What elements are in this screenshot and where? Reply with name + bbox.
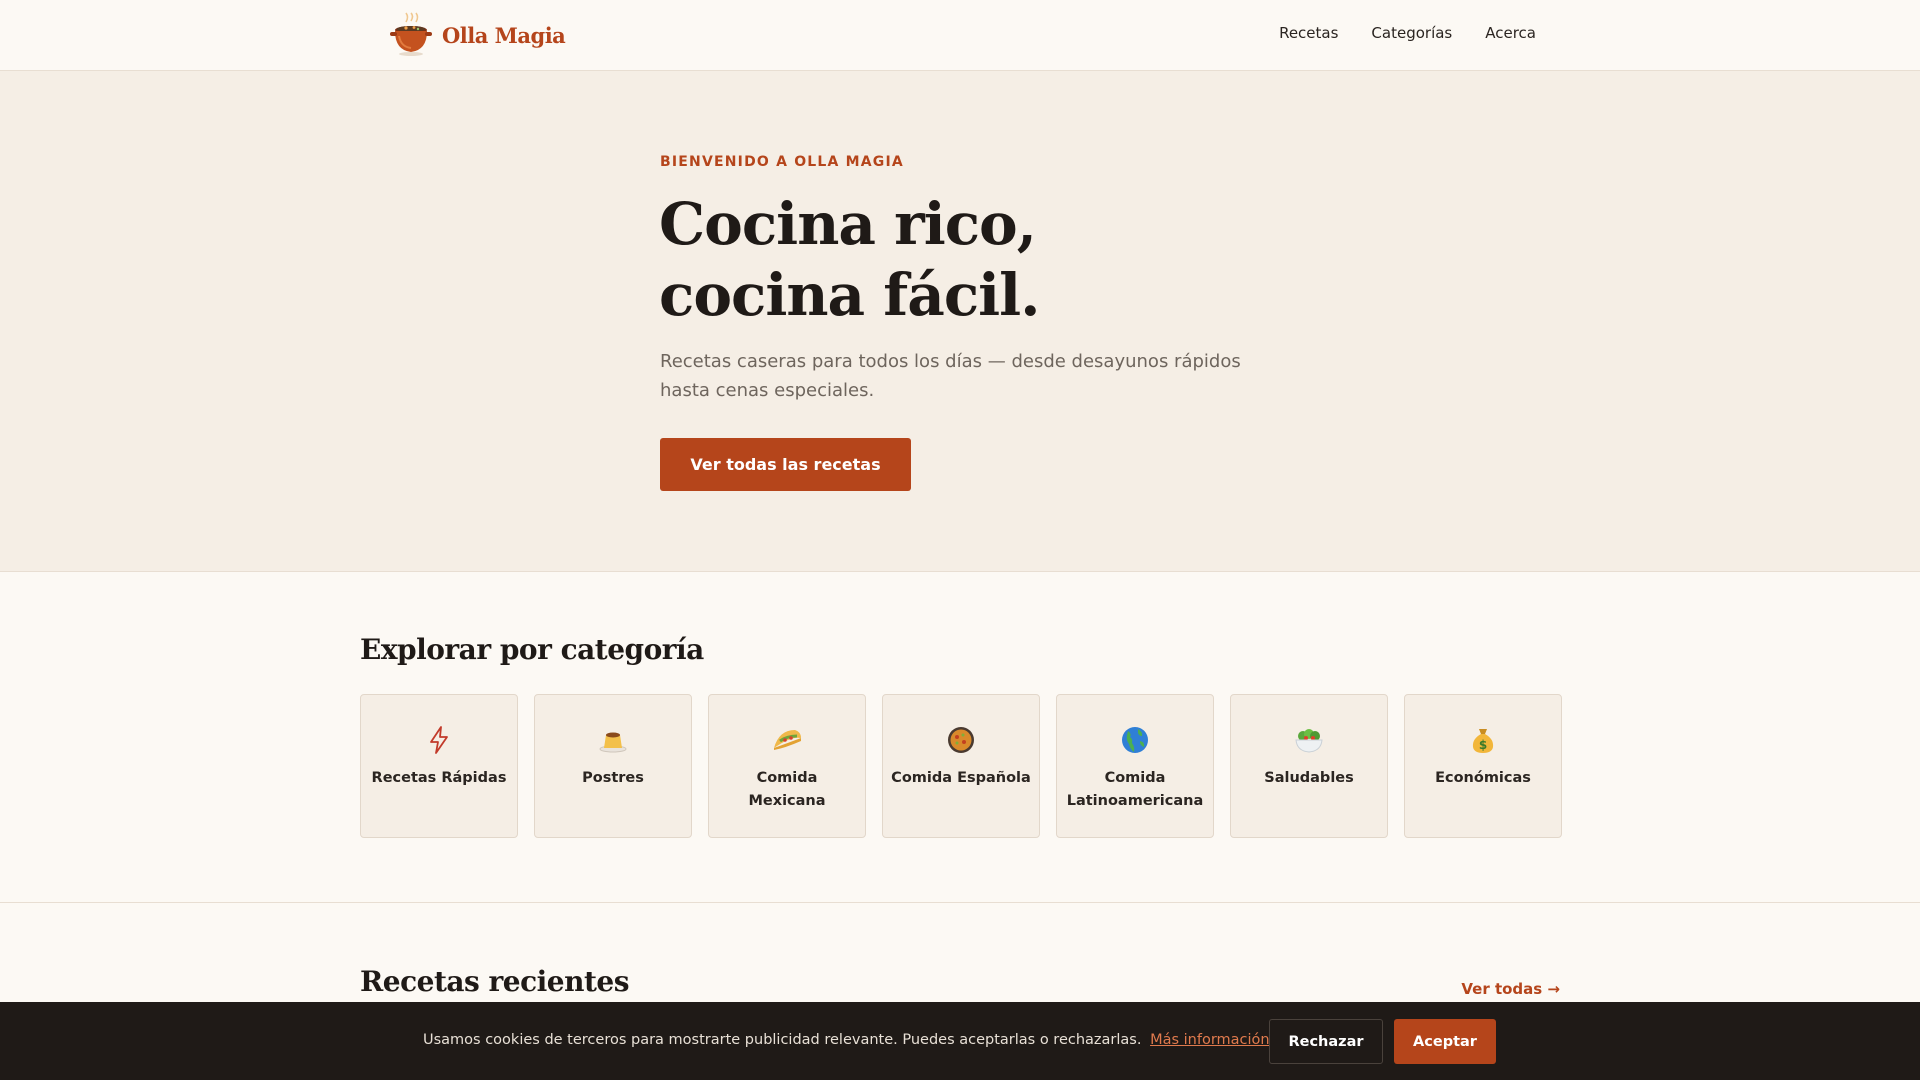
category-label: Comida Latinoamericana: [1066, 770, 1204, 809]
categories-heading: Explorar por categoría: [360, 633, 704, 666]
lightning-icon: [422, 723, 456, 757]
category-card-comida-latinoamericana[interactable]: Comida Latinoamericana: [1056, 694, 1214, 838]
globe-icon: [1118, 723, 1152, 757]
category-label: Comida Española: [891, 770, 1031, 786]
category-card-comida-espanola[interactable]: Comida Española: [882, 694, 1040, 838]
more-info-link[interactable]: Más información: [1150, 1032, 1270, 1048]
pot-logo-icon: [388, 12, 434, 58]
money-bag-icon: $: [1466, 723, 1500, 757]
reject-cookies-button[interactable]: Rechazar: [1269, 1019, 1383, 1064]
category-card-economicas[interactable]: $ Económicas: [1404, 694, 1562, 838]
recent-recipes-heading: Recetas recientes: [360, 965, 629, 998]
flan-icon: [596, 723, 630, 757]
hero-eyebrow: BIENVENIDO A OLLA MAGIA: [660, 154, 904, 170]
brand-name: Olla Magia: [442, 22, 566, 48]
taco-icon: [770, 723, 804, 757]
hero-title-line-1: Cocina rico,: [659, 190, 1037, 258]
category-card-recetas-rapidas[interactable]: Recetas Rápidas: [360, 694, 518, 838]
main-nav: Recetas Categorías Acerca: [1279, 24, 1536, 42]
view-all-recipes-button[interactable]: Ver todas las recetas: [660, 438, 911, 491]
site-logo[interactable]: Olla Magia: [388, 12, 566, 58]
paella-icon: [944, 723, 978, 757]
category-label: Saludables: [1264, 770, 1354, 786]
hero-subtitle: Recetas caseras para todos los días — de…: [660, 351, 1241, 401]
category-label: Económicas: [1435, 770, 1531, 786]
cookie-message: Usamos cookies de terceros para mostrart…: [423, 1032, 1270, 1048]
category-label: Comida Mexicana: [748, 770, 826, 809]
svg-text:$: $: [1479, 738, 1487, 752]
hero-title-line-2: cocina fácil.: [659, 261, 1040, 329]
category-card-saludables[interactable]: Saludables: [1230, 694, 1388, 838]
see-all-recipes-link[interactable]: Ver todas →: [1461, 980, 1560, 998]
category-card-postres[interactable]: Postres: [534, 694, 692, 838]
hero-title: Cocina rico, cocina fácil.: [659, 189, 1359, 331]
category-card-comida-mexicana[interactable]: Comida Mexicana: [708, 694, 866, 838]
nav-link-categorias[interactable]: Categorías: [1371, 24, 1452, 42]
salad-icon: [1292, 723, 1326, 757]
category-label: Recetas Rápidas: [371, 770, 507, 786]
cookie-banner: Usamos cookies de terceros para mostrart…: [0, 1002, 1920, 1080]
hero-section: BIENVENIDO A OLLA MAGIA Cocina rico, coc…: [0, 71, 1920, 572]
category-grid: Recetas Rápidas Postres Comida Mexicana …: [360, 694, 1562, 838]
site-header: Olla Magia Recetas Categorías Acerca: [0, 0, 1920, 71]
section-divider: [0, 902, 1920, 903]
nav-link-recetas[interactable]: Recetas: [1279, 24, 1338, 42]
accept-cookies-button[interactable]: Aceptar: [1394, 1019, 1496, 1064]
cookie-text: Usamos cookies de terceros para mostrart…: [423, 1032, 1142, 1048]
category-label: Postres: [582, 770, 644, 786]
nav-link-acerca[interactable]: Acerca: [1485, 24, 1536, 42]
